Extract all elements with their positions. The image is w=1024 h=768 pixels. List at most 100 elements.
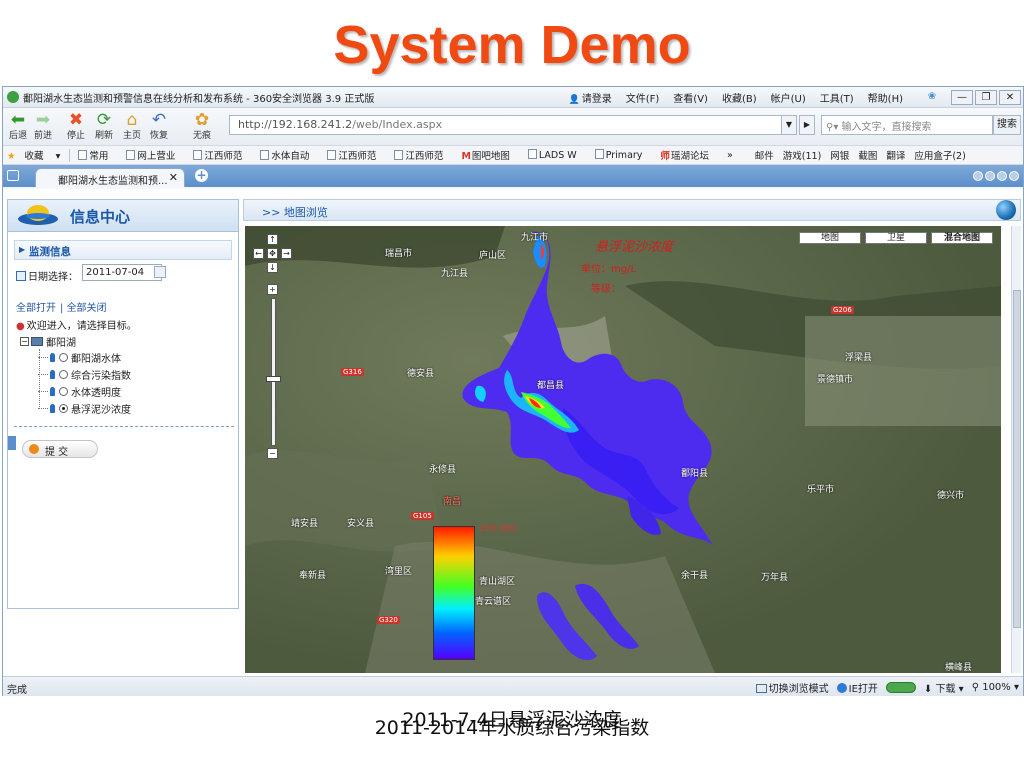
radio-button[interactable] bbox=[59, 353, 68, 362]
pan-center-icon[interactable]: ✥ bbox=[267, 248, 278, 259]
address-bar[interactable]: http://192.168.241.2/web/Index.aspx bbox=[229, 115, 785, 135]
go-arrow-icon[interactable]: ▶ bbox=[799, 115, 815, 135]
submit-button[interactable]: 提 交 bbox=[22, 440, 98, 458]
page-scrollbar[interactable] bbox=[1011, 226, 1021, 673]
pan-up-icon[interactable]: ↑ bbox=[267, 234, 278, 245]
menu-view[interactable]: 查看(V) bbox=[673, 90, 708, 105]
tree-item-selected[interactable]: 悬浮泥沙浓度 bbox=[38, 400, 131, 417]
satellite-map-image bbox=[245, 226, 1001, 673]
tree-item[interactable]: 水体透明度 bbox=[38, 383, 131, 400]
tab-menu-icon[interactable] bbox=[997, 171, 1007, 181]
pan-down-icon[interactable]: ↓ bbox=[267, 262, 278, 273]
map-type-map[interactable]: 地图 bbox=[799, 232, 861, 244]
tab-active[interactable]: 鄱阳湖水生态监测和预... ✕ bbox=[35, 168, 185, 187]
radio-button-selected[interactable] bbox=[59, 404, 68, 413]
fav-right-item[interactable]: 游戏(11) bbox=[783, 148, 822, 162]
menu-help[interactable]: 帮助(H) bbox=[868, 90, 903, 105]
fav-item[interactable]: 江西师范 bbox=[394, 148, 452, 162]
undo-icon: ↶ bbox=[151, 110, 167, 130]
back-button[interactable]: ⬅ 后退 bbox=[5, 110, 31, 142]
place-label: 九江市 bbox=[521, 233, 549, 243]
restore-button[interactable]: ↶ 恢复 bbox=[146, 110, 172, 142]
address-dropdown-icon[interactable]: ▼ bbox=[781, 115, 797, 135]
place-label: 德安县 bbox=[407, 369, 435, 379]
fav-item[interactable]: 常用 bbox=[78, 148, 117, 162]
fav-item[interactable]: 师瑶湖论坛 bbox=[660, 148, 718, 162]
panel-collapse-handle[interactable] bbox=[8, 436, 16, 450]
accelerate-toggle[interactable] bbox=[885, 682, 916, 693]
map-view[interactable]: 地图 卫星 混合地图 ↑ ← ✥ → ↓ + − 九江市 庐山区 瑞昌市 九江县… bbox=[245, 226, 1001, 673]
menu-login[interactable]: 请登录 bbox=[569, 90, 612, 105]
layer-icon bbox=[50, 387, 55, 396]
close-all-link[interactable]: 全部关闭 bbox=[67, 303, 107, 314]
zoom-level[interactable]: ⚲ 100% ▾ bbox=[972, 682, 1019, 693]
stop-button[interactable]: ✖ 停止 bbox=[63, 110, 89, 142]
tab-scroll-right-icon[interactable] bbox=[985, 171, 995, 181]
close-tab-icon[interactable]: ✕ bbox=[169, 171, 178, 184]
legend-unit: 单位：mg/L bbox=[581, 264, 637, 275]
monitor-section-header[interactable]: 监测信息 bbox=[14, 240, 232, 260]
skin-icon[interactable]: ❀ bbox=[921, 90, 943, 105]
place-label: 瑞昌市 bbox=[385, 249, 413, 259]
zoom-slider[interactable] bbox=[271, 298, 276, 446]
pan-left-icon[interactable]: ← bbox=[253, 248, 264, 259]
radio-button[interactable] bbox=[59, 387, 68, 396]
home-button[interactable]: ⌂ 主页 bbox=[119, 110, 145, 142]
road-label: G316 bbox=[341, 368, 364, 376]
fav-item[interactable]: LADS W bbox=[527, 149, 586, 161]
favorites-bar: ★ 收藏 ▾ 常用 网上营业 江西师范 水体自动 江西师范 江西师范 M图吧地图 … bbox=[3, 146, 1023, 165]
date-input[interactable]: 2011-07-04 bbox=[82, 264, 162, 281]
status-text: 完成 bbox=[7, 685, 27, 696]
tab-close-icon[interactable] bbox=[1009, 171, 1019, 181]
forward-button[interactable]: ➡ 前进 bbox=[31, 110, 55, 142]
divider bbox=[14, 426, 234, 427]
tab-list-icon[interactable] bbox=[7, 170, 19, 181]
tab-scroll-left-icon[interactable] bbox=[973, 171, 983, 181]
fav-item[interactable]: 网上营业 bbox=[126, 148, 184, 162]
minimize-button[interactable]: — bbox=[951, 89, 973, 105]
menu-tools[interactable]: 工具(T) bbox=[820, 90, 854, 105]
download-button[interactable]: ⬇ 下载 ▾ bbox=[924, 680, 964, 695]
map-type-satellite[interactable]: 卫星 bbox=[865, 232, 927, 244]
menu-account[interactable]: 帐户(U) bbox=[771, 90, 806, 105]
fav-item[interactable]: M图吧地图 bbox=[461, 148, 518, 162]
scrollbar-thumb[interactable] bbox=[1013, 290, 1021, 628]
fav-right-item[interactable]: 网银 bbox=[830, 148, 849, 162]
fav-right-item[interactable]: 翻译 bbox=[886, 148, 905, 162]
menu-favorites[interactable]: 收藏(B) bbox=[722, 90, 757, 105]
search-button[interactable]: 搜索 bbox=[993, 115, 1021, 135]
refresh-button[interactable]: ⟳ 刷新 bbox=[91, 110, 117, 142]
fav-item[interactable]: Primary bbox=[594, 149, 652, 161]
tree-item[interactable]: 鄱阳湖水体 bbox=[38, 349, 131, 366]
fav-right-item[interactable]: 截图 bbox=[858, 148, 877, 162]
date-picker-icon[interactable] bbox=[154, 266, 166, 278]
switch-mode-button[interactable]: 切换浏览模式 bbox=[755, 680, 829, 695]
fav-item[interactable]: 江西师范 bbox=[193, 148, 251, 162]
close-button[interactable]: ✕ bbox=[999, 89, 1021, 105]
favorites-menu[interactable]: ★ 收藏 ▾ bbox=[7, 148, 60, 162]
fav-right-item[interactable]: 应用盒子(2) bbox=[914, 148, 965, 162]
radio-button[interactable] bbox=[59, 370, 68, 379]
pan-right-icon[interactable]: → bbox=[281, 248, 292, 259]
new-tab-button[interactable]: + bbox=[195, 169, 208, 182]
collapse-icon[interactable]: − bbox=[20, 336, 29, 346]
open-all-link[interactable]: 全部打开 bbox=[16, 303, 56, 314]
ie-open-button[interactable]: IE打开 bbox=[836, 680, 878, 695]
maximize-button[interactable]: ❐ bbox=[975, 89, 997, 105]
tree-root[interactable]: − 鄱阳湖 bbox=[20, 333, 131, 349]
search-icon: ⚲▾ bbox=[826, 122, 842, 133]
map-type-hybrid[interactable]: 混合地图 bbox=[931, 232, 993, 244]
search-input[interactable]: ⚲▾ 输入文字，直接搜索 bbox=[821, 115, 993, 135]
zoom-in-icon[interactable]: + bbox=[267, 284, 278, 295]
fav-more[interactable]: » bbox=[727, 150, 733, 161]
fav-item[interactable]: 江西师范 bbox=[327, 148, 385, 162]
fav-item[interactable]: 水体自动 bbox=[260, 148, 318, 162]
zoom-slider-thumb[interactable] bbox=[266, 376, 281, 382]
fav-right-item[interactable]: 邮件 bbox=[755, 148, 774, 162]
ie-icon bbox=[836, 683, 847, 693]
menu-file[interactable]: 文件(F) bbox=[626, 90, 660, 105]
url-host: http://192.168.241.2 bbox=[238, 118, 353, 131]
zoom-out-icon[interactable]: − bbox=[267, 448, 278, 459]
tree-item[interactable]: 综合污染指数 bbox=[38, 366, 131, 383]
no-trace-button[interactable]: ✿ 无痕 bbox=[189, 110, 215, 142]
